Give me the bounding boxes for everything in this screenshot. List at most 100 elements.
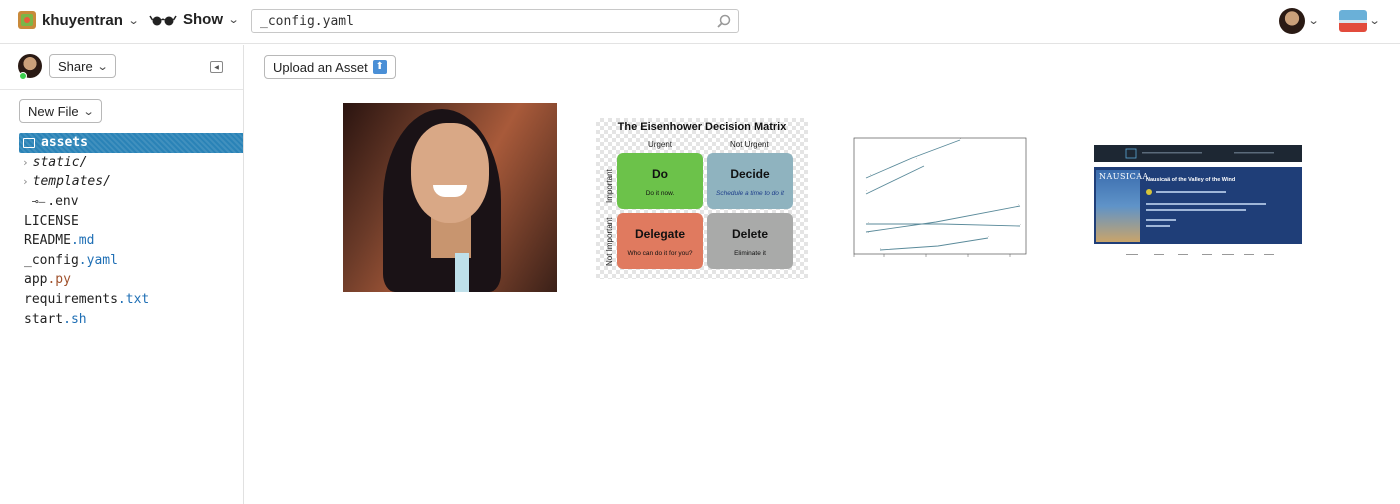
tree-item-requirements[interactable]: requirements .txt <box>0 290 243 310</box>
movie-poster: NAUSICAA <box>1096 170 1148 242</box>
tree-item-base: _config <box>24 252 79 268</box>
movie-title: Nausicaä of the Valley of the Wind <box>1146 177 1236 183</box>
project-menu[interactable]: khuyentran ⌄ <box>18 11 139 29</box>
quadrant-decide: Decide Schedule a time to do it <box>707 153 793 209</box>
tree-item-static[interactable]: › static/ <box>0 153 243 173</box>
tree-item-ext: .txt <box>117 292 150 308</box>
upload-asset-button[interactable]: Upload an Asset ⬆ <box>264 55 396 79</box>
asset-thumbnail-line-chart[interactable]: · · · · · · · · · · <box>842 132 1056 264</box>
file-search <box>251 9 739 33</box>
matrix-col-urgent: Urgent <box>648 140 673 149</box>
tree-item-app[interactable]: app .py <box>0 270 243 290</box>
svg-text:·: · <box>870 172 871 177</box>
top-bar: khuyentran ⌄ Show ⌄ ⌄ ⌄ <box>0 0 1400 44</box>
quadrant-subtitle: Schedule a time to do it <box>716 190 784 197</box>
tree-item-readme[interactable]: README .md <box>0 231 243 251</box>
chevron-down-icon: ⌄ <box>82 105 95 118</box>
folder-icon <box>23 137 35 148</box>
tree-item-base: app <box>24 272 48 288</box>
quadrant-title: Decide <box>730 167 770 181</box>
chevron-down-icon: ⌄ <box>96 60 109 73</box>
movie-topbar-marks <box>1125 148 1274 159</box>
project-logo-icon <box>18 11 36 29</box>
tree-item-start[interactable]: start .sh <box>0 309 243 329</box>
movie-credit-line <box>1146 219 1176 221</box>
tree-item-label: assets <box>41 135 88 151</box>
quadrant-delete: Delete Eliminate it <box>707 213 793 269</box>
movie-overview-line <box>1146 203 1266 205</box>
glitch-logo-icon[interactable] <box>1339 10 1367 32</box>
tree-item-label: templates/ <box>32 174 111 190</box>
quadrant-do: Do Do it now. <box>617 153 703 209</box>
chevron-down-icon[interactable]: ⌄ <box>1308 14 1320 27</box>
new-file-label: New File <box>28 103 79 119</box>
sidebar-header: Share ⌄ ◀ <box>0 45 243 90</box>
project-name: khuyentran <box>42 11 123 29</box>
key-icon: ⊸— <box>32 195 46 209</box>
quadrant-title: Do <box>652 167 668 181</box>
matrix-title: The Eisenhower Decision Matrix <box>617 121 787 133</box>
collapse-sidebar-icon[interactable]: ◀ <box>210 61 223 73</box>
movie-cast-row <box>1094 246 1302 255</box>
svg-text:·: · <box>868 230 869 235</box>
tree-item-ext: .yaml <box>78 252 118 268</box>
movie-hero: NAUSICAA Nausicaä of the Valley of the W… <box>1094 167 1302 244</box>
file-tree: assets › static/ › templates/ ⊸— .env LI… <box>0 133 243 329</box>
tree-item-base: README <box>24 233 71 249</box>
tree-item-label: .env <box>47 194 79 210</box>
svg-text:·: · <box>868 220 869 225</box>
asset-thumbnail-movie-page[interactable]: NAUSICAA Nausicaä of the Valley of the W… <box>1094 145 1302 255</box>
tree-item-ext: .sh <box>63 311 87 327</box>
glasses-icon <box>149 15 177 25</box>
matrix-row-important: Important <box>605 169 614 203</box>
quadrant-delegate: Delegate Who can do it for you? <box>617 213 703 269</box>
tree-item-base: start <box>24 311 64 327</box>
quadrant-subtitle: Eliminate it <box>734 250 766 257</box>
movie-topbar <box>1094 145 1302 162</box>
chevron-down-icon[interactable]: ⌄ <box>1369 14 1381 27</box>
new-file-button[interactable]: New File ⌄ <box>19 99 102 123</box>
tree-item-config[interactable]: _config .yaml <box>0 251 243 271</box>
matrix-col-not-urgent: Not Urgent <box>730 140 769 149</box>
svg-text:·: · <box>1018 202 1019 207</box>
search-icon[interactable] <box>716 13 732 29</box>
user-avatar[interactable] <box>1279 8 1305 34</box>
show-menu[interactable]: Show ⌄ <box>149 11 240 28</box>
matrix-row-not-important: Not Important <box>605 217 614 266</box>
svg-text:·: · <box>960 136 961 141</box>
share-button[interactable]: Share ⌄ <box>49 54 116 78</box>
movie-meta-line <box>1156 191 1226 193</box>
movie-credit-line <box>1146 225 1170 227</box>
tree-item-label: LICENSE <box>24 213 79 229</box>
line-chart-thumbnail: · · · · · · · · · · <box>853 136 1027 257</box>
photo-face <box>411 123 489 223</box>
upload-label: Upload an Asset <box>273 59 368 75</box>
tree-item-license[interactable]: LICENSE <box>0 211 243 231</box>
asset-thumbnail-photo[interactable] <box>343 103 557 292</box>
quadrant-title: Delegate <box>634 227 686 241</box>
tree-item-assets[interactable]: assets <box>19 133 243 153</box>
movie-cast-marks <box>1126 254 1274 255</box>
asset-thumbnail-eisenhower-matrix[interactable]: The Eisenhower Decision Matrix Urgent No… <box>596 118 808 279</box>
share-label: Share <box>58 58 93 74</box>
movie-overview-line <box>1146 209 1246 211</box>
movie-score-icon <box>1146 189 1152 195</box>
svg-text:·: · <box>1020 222 1021 227</box>
quadrant-subtitle: Who can do it for you? <box>627 250 693 257</box>
show-label: Show <box>183 11 223 28</box>
chevron-down-icon: ⌄ <box>227 14 240 26</box>
quadrant-subtitle: Do it now. <box>645 190 675 197</box>
tree-item-ext: .py <box>47 272 71 288</box>
tree-item-ext: .md <box>70 233 95 249</box>
tree-item-label: static/ <box>32 154 88 170</box>
upload-arrow-icon: ⬆ <box>372 60 387 74</box>
search-input[interactable] <box>252 10 692 32</box>
sidebar: Share ⌄ ◀ New File ⌄ assets › static/ › … <box>0 45 244 504</box>
chevron-right-icon: › <box>22 155 29 169</box>
svg-text:·: · <box>866 188 867 193</box>
tree-item-env[interactable]: ⊸— .env <box>0 192 243 212</box>
photo-lanyard <box>455 253 469 292</box>
quadrant-title: Delete <box>731 227 769 241</box>
online-status-icon <box>19 72 27 80</box>
tree-item-templates[interactable]: › templates/ <box>0 172 243 192</box>
